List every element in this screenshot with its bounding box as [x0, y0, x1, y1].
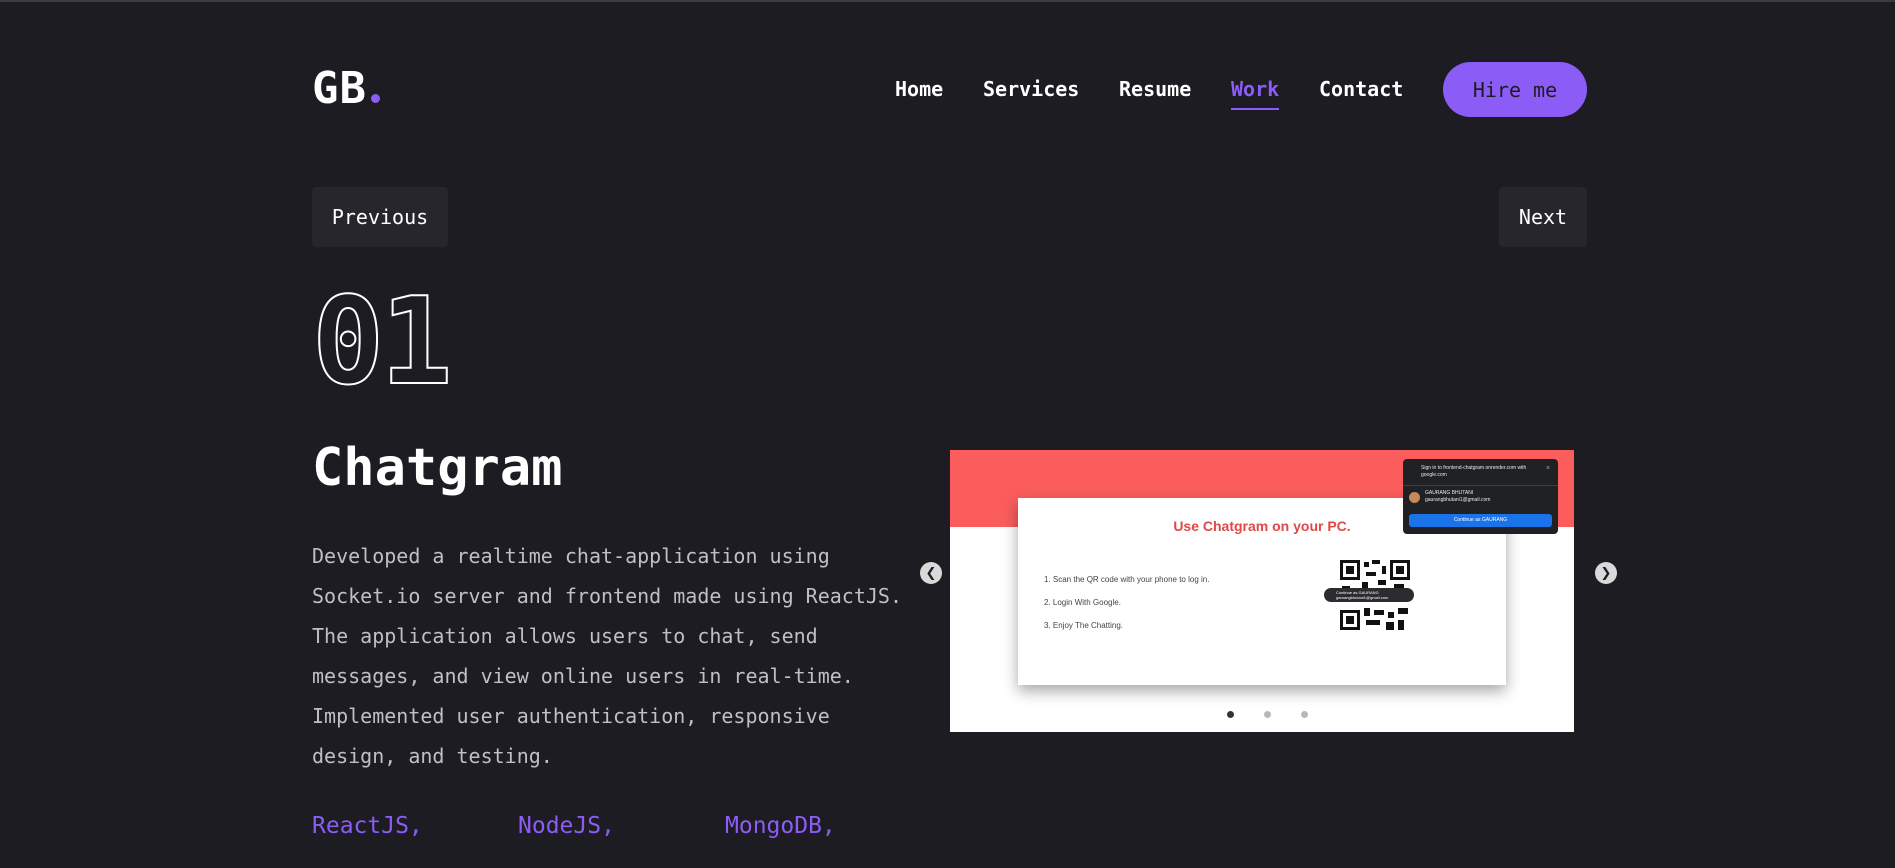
popup-account: GAURANG BHUTANI gaurangbhutani1@gmail.co…: [1425, 490, 1490, 504]
step-item: 2. Login With Google.: [1044, 598, 1121, 607]
next-button[interactable]: Next: [1499, 187, 1587, 247]
tech-item: MongoDB,: [725, 813, 836, 839]
project-screenshot: Use Chatgram on your PC. 1. Scan the QR …: [950, 450, 1574, 732]
tech-item: NodeJS,: [518, 813, 615, 839]
popup-title: Sign in to frontend-chatgram.onrender.co…: [1421, 465, 1527, 478]
tech-item: ReactJS,: [312, 813, 423, 839]
nav-work[interactable]: Work: [1231, 75, 1279, 103]
project-number: 01: [311, 273, 453, 412]
google-signin-popup: Sign in to frontend-chatgram.onrender.co…: [1403, 459, 1558, 534]
description-line: messages, and view online users in real-…: [312, 664, 854, 688]
carousel-dots: [1227, 711, 1327, 721]
tech-stack: ReactJS, NodeJS, MongoDB,: [312, 813, 1012, 847]
description-line: The application allows users to chat, se…: [312, 624, 818, 648]
account-name: GAURANG BHUTANI: [1425, 490, 1474, 496]
close-icon: ×: [1545, 465, 1550, 472]
nav-home[interactable]: Home: [895, 75, 943, 103]
qr-code: Continue as GAURANG gaurangbhutani1@gmai…: [1324, 558, 1414, 632]
nav-resume[interactable]: Resume: [1119, 75, 1191, 103]
carousel-dot[interactable]: [1301, 711, 1308, 718]
badge-email: gaurangbhutani1@gmail.com: [1336, 595, 1389, 600]
nav-active-underline: [1231, 108, 1279, 110]
step-item: 1. Scan the QR code with your phone to l…: [1044, 575, 1210, 584]
hire-me-button[interactable]: Hire me: [1443, 62, 1587, 117]
project-title: Chatgram: [312, 438, 563, 498]
previous-button[interactable]: Previous: [312, 187, 448, 247]
popup-divider: [1403, 485, 1558, 486]
top-border: [0, 0, 1895, 2]
description-line: Implemented user authentication, respons…: [312, 704, 830, 728]
carousel-dot[interactable]: [1227, 711, 1234, 718]
description-line: Developed a realtime chat-application us…: [312, 544, 830, 568]
slide-steps: 1. Scan the QR code with your phone to l…: [1044, 568, 1209, 637]
nav-contact[interactable]: Contact: [1319, 75, 1403, 103]
project-description: Developed a realtime chat-application us…: [312, 536, 932, 776]
chevron-left-icon[interactable]: ❮: [920, 562, 942, 584]
main-nav: Home Services Resume Work Contact: [0, 75, 1895, 110]
description-line: Socket.io server and frontend made using…: [312, 584, 903, 608]
carousel-dot[interactable]: [1264, 711, 1271, 718]
account-email: gaurangbhutani1@gmail.com: [1425, 497, 1491, 503]
avatar: [1409, 492, 1420, 503]
popup-continue-button: Continue as GAURANG: [1409, 514, 1552, 527]
step-item: 3. Enjoy The Chatting.: [1044, 621, 1124, 630]
qr-continue-badge: Continue as GAURANG gaurangbhutani1@gmai…: [1324, 588, 1414, 602]
nav-services[interactable]: Services: [983, 75, 1079, 103]
description-line: design, and testing.: [312, 744, 553, 768]
chevron-right-icon[interactable]: ❯: [1595, 562, 1617, 584]
